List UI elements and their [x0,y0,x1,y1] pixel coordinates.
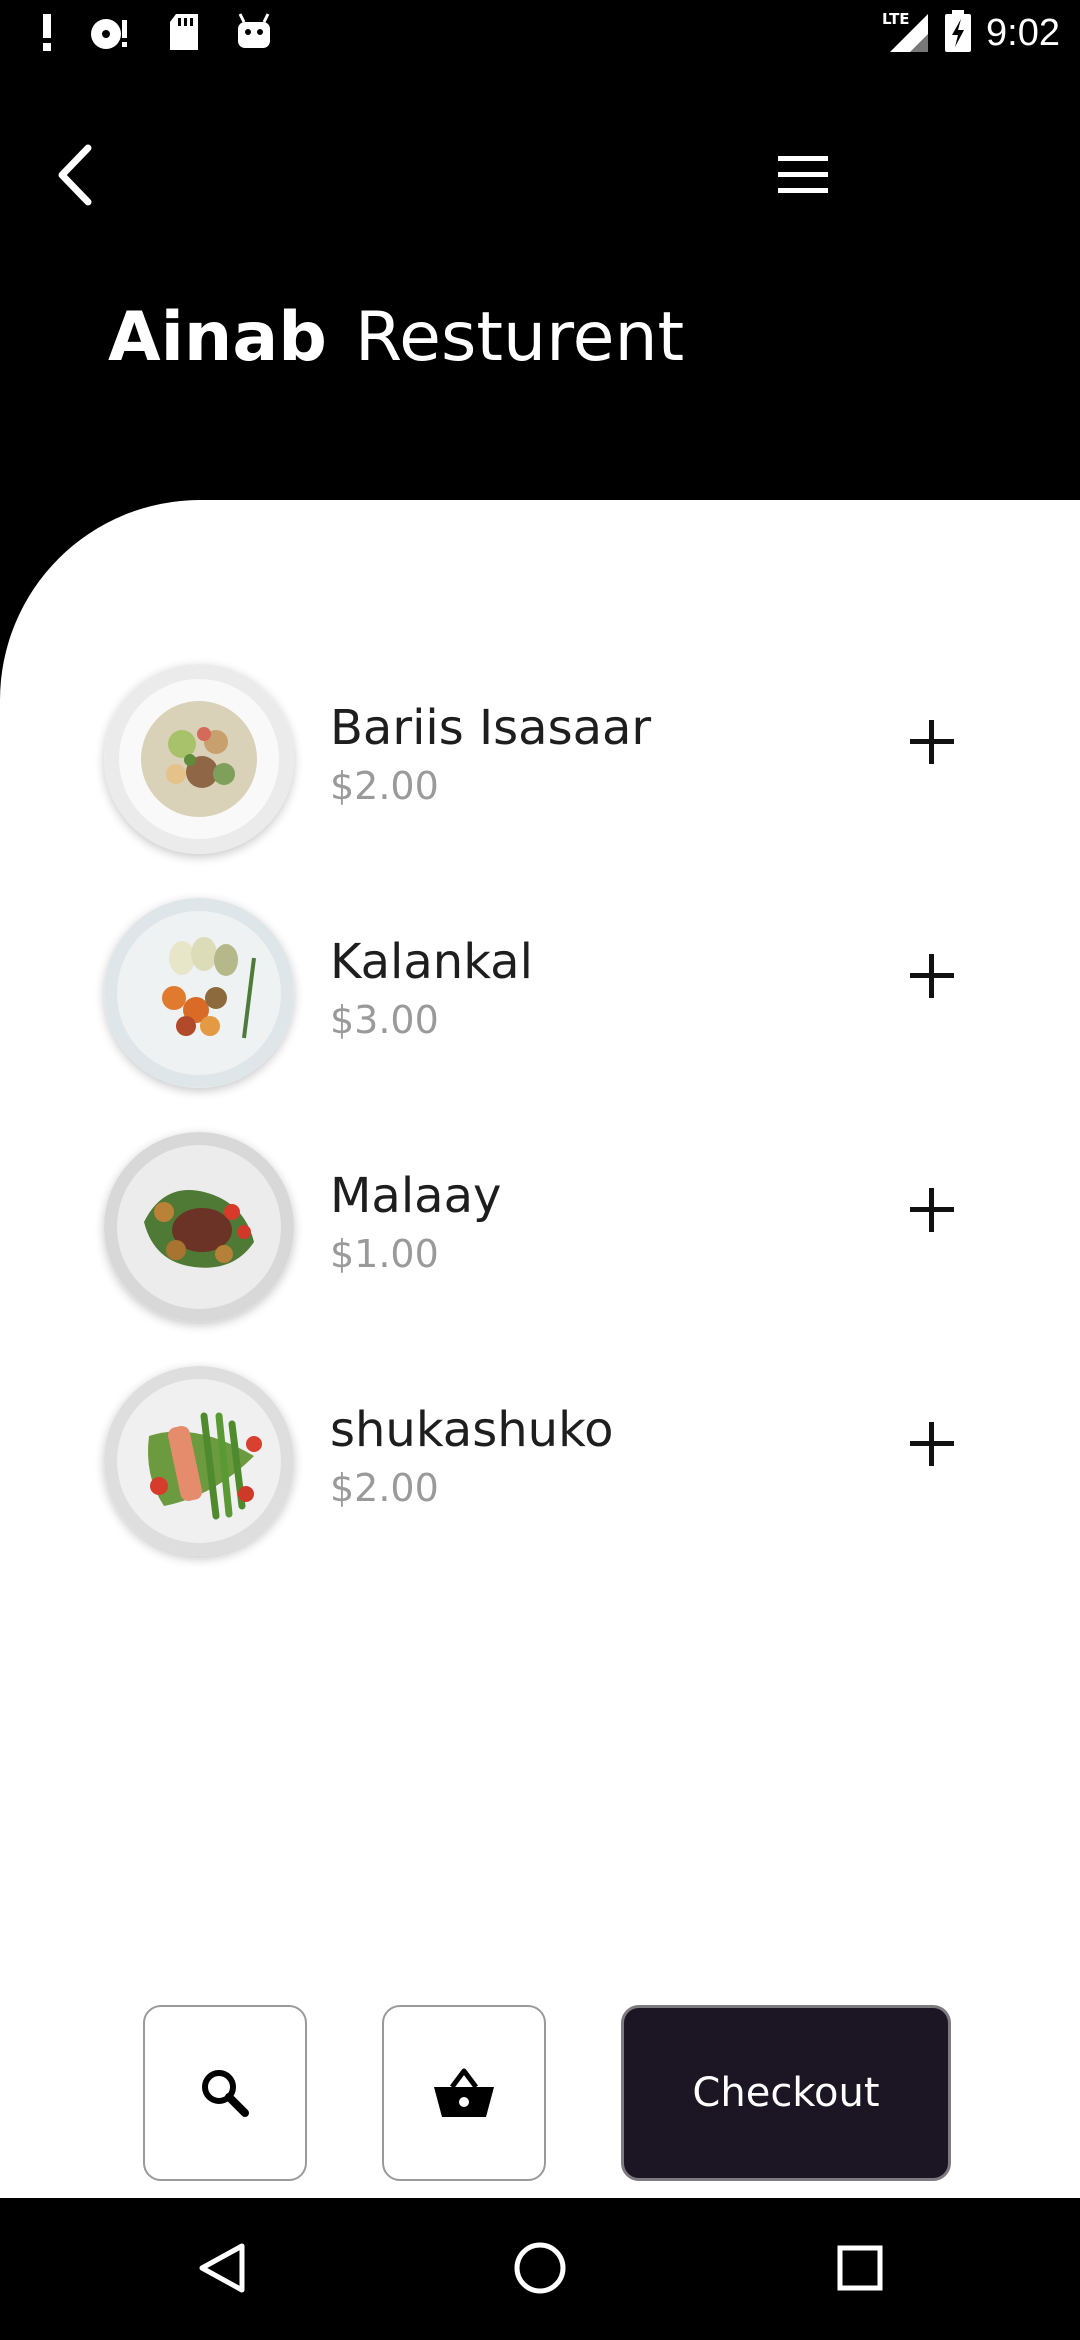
food-image-rice-salad [104,664,294,854]
food-item[interactable]: Bariis Isasaar $2.00 [0,650,1080,884]
menu-button[interactable] [770,150,834,200]
food-item[interactable]: shukashuko $2.00 [0,1352,1080,1586]
hamburger-menu-icon [778,156,828,193]
food-name: Bariis Isasaar [330,700,652,756]
search-button[interactable] [143,2005,307,2181]
header: Ainab Resturent [0,68,1080,500]
status-bar: LTE 9:02 [0,0,1080,68]
food-name: shukashuko [330,1402,614,1458]
search-icon [202,2070,249,2117]
food-price: $2.00 [330,1466,439,1510]
nav-back-button[interactable] [172,2218,272,2318]
title-regular: Resturent [354,298,685,377]
status-left-icons [40,12,272,56]
content-sheet: Bariis Isasaar $2.00 Kalankal $3.00 Mala… [0,500,1080,2198]
battery-charging-icon [944,8,972,58]
food-image-salmon-asparagus [104,1366,294,1556]
food-item[interactable]: Kalankal $3.00 [0,884,1080,1118]
back-button[interactable] [48,140,108,210]
network-label: LTE [882,10,910,28]
sd-card-icon [166,12,202,56]
back-triangle-icon [199,2243,245,2293]
alert-icon [40,12,54,56]
page-title: Ainab Resturent [108,304,684,372]
food-list: Bariis Isasaar $2.00 Kalankal $3.00 Mala… [0,650,1080,1586]
title-bold: Ainab [108,298,327,377]
android-icon [236,12,272,56]
lte-signal-icon: LTE [880,8,930,58]
nav-recents-button[interactable] [810,2218,910,2318]
food-price: $2.00 [330,764,439,808]
add-to-cart-button[interactable] [900,1178,964,1242]
home-circle-icon [514,2242,566,2294]
clock: 9:02 [986,11,1060,54]
food-name: Malaay [330,1168,502,1224]
plus-icon [910,720,954,764]
media-disc-icon [88,12,132,56]
food-item[interactable]: Malaay $1.00 [0,1118,1080,1352]
plus-icon [910,1422,954,1466]
food-price: $1.00 [330,1232,439,1276]
food-price: $3.00 [330,998,439,1042]
recents-square-icon [837,2245,883,2291]
system-nav-bar [0,2198,1080,2340]
bottom-actions: Checkout [0,2005,1080,2185]
add-to-cart-button[interactable] [900,1412,964,1476]
plus-icon [910,1188,954,1232]
basket-button[interactable] [382,2005,546,2181]
food-image-steak-potatoes [104,1132,294,1322]
add-to-cart-button[interactable] [900,944,964,1008]
add-to-cart-button[interactable] [900,710,964,774]
status-right-icons: LTE 9:02 [880,8,1060,58]
food-image-roasted-vegetables [104,898,294,1088]
nav-home-button[interactable] [490,2218,590,2318]
chevron-left-icon [58,144,92,206]
basket-icon [434,2068,494,2117]
plus-icon [910,954,954,998]
food-name: Kalankal [330,934,533,990]
checkout-button[interactable]: Checkout [621,2005,951,2181]
